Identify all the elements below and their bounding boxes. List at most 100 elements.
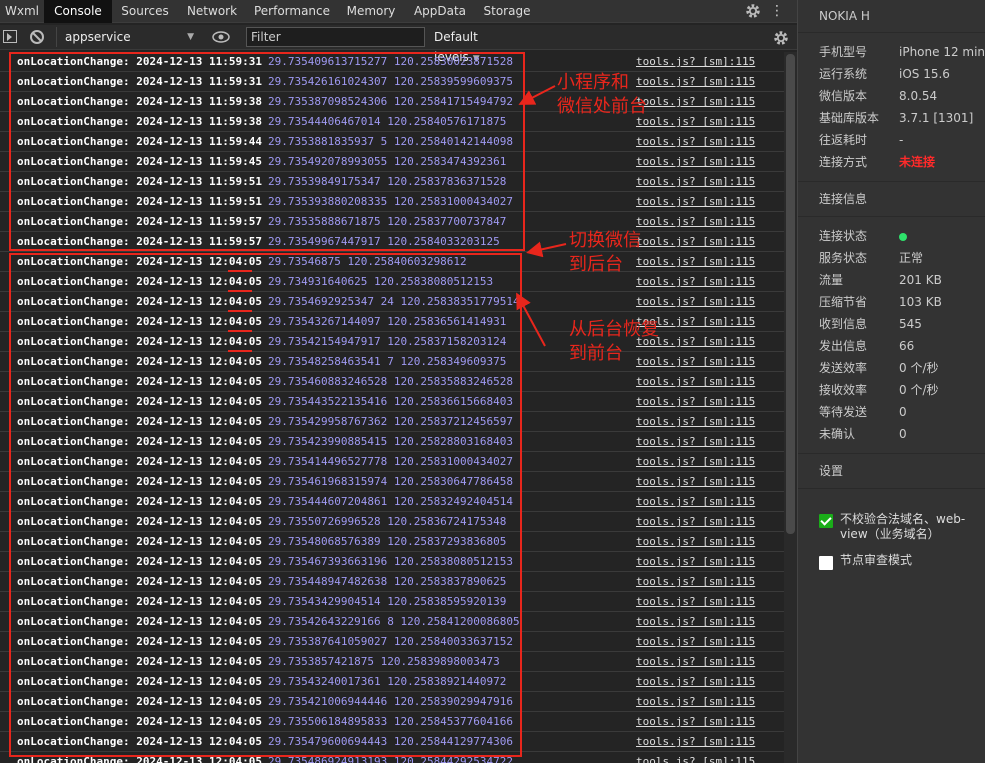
log-source-link[interactable]: tools.js? [sm]:115 [636,512,755,532]
info-value: 66 [899,339,915,353]
log-row: onLocationChange: 2024-12-13 12:04:05 29.… [0,672,784,692]
devtools-tab-bar: Wxml Console Sources Network Performance… [0,0,797,23]
log-source-link[interactable]: tools.js? [sm]:115 [636,692,755,712]
info-value: 0 个/秒 [899,361,939,375]
log-coordinates: 29.735461968315974 120.25830647786458 [268,475,514,488]
info-row: 手机型号 iPhone 12 mini [819,41,985,63]
log-source-link[interactable]: tools.js? [sm]:115 [636,672,755,692]
context-select[interactable]: appservice ▼ [56,27,196,47]
device-info-panel: NOKIA H 手机型号 iPhone 12 mini 运行系统 iOS 15.6 微信… [797,0,985,763]
log-source-link[interactable]: tools.js? [sm]:115 [636,72,755,92]
log-source-link[interactable]: tools.js? [sm]:115 [636,552,755,572]
log-message: onLocationChange: 2024-12-13 12:04:05 [17,635,263,648]
log-source-link[interactable]: tools.js? [sm]:115 [636,532,755,552]
tab-memory[interactable]: Memory [338,0,404,23]
skip-domain-check-checkbox[interactable] [819,514,833,528]
info-value: - [899,133,904,147]
log-source-link[interactable]: tools.js? [sm]:115 [636,752,755,763]
tab-performance[interactable]: Performance [246,0,338,23]
log-coordinates: 29.735506184895833 120.25845377604166 [268,715,514,728]
log-source-link[interactable]: tools.js? [sm]:115 [636,172,755,192]
log-source-link[interactable]: tools.js? [sm]:115 [636,192,755,212]
log-message: onLocationChange: 2024-12-13 12:04:05 [17,715,263,728]
tab-sources[interactable]: Sources [112,0,178,23]
audit-mode-option[interactable]: 节点审查模式 [819,553,979,571]
info-key: 手机型号 [819,45,868,59]
log-message: onLocationChange: 2024-12-13 11:59:38 [17,115,263,128]
log-source-link[interactable]: tools.js? [sm]:115 [636,252,755,272]
settings-gear-icon[interactable] [744,2,762,20]
audit-mode-checkbox[interactable] [819,556,833,570]
log-coordinates: 29.735443522135416 120.25836615668403 [268,395,514,408]
log-message: onLocationChange: 2024-12-13 12:04:05 [17,535,263,548]
info-key: 接收效率 [819,383,868,397]
console-log-area[interactable]: onLocationChange: 2024-12-13 11:59:31 29.… [0,52,784,763]
log-source-link[interactable]: tools.js? [sm]:115 [636,472,755,492]
annotation-underline [228,330,252,332]
info-row: 发送效率 0 个/秒 [819,357,984,379]
log-levels-dropdown[interactable]: Default levels ▼ [434,27,524,64]
log-source-link[interactable]: tools.js? [sm]:115 [636,292,755,312]
show-sidebar-icon[interactable] [3,30,17,43]
live-expression-eye-icon[interactable] [212,31,230,43]
annotation-underline [228,310,252,312]
filter-input[interactable] [246,27,425,47]
log-row: onLocationChange: 2024-12-13 11:59:31 29.… [0,52,784,72]
log-row: onLocationChange: 2024-12-13 12:04:05 29.… [0,532,784,552]
log-source-link[interactable]: tools.js? [sm]:115 [636,592,755,612]
log-source-link[interactable]: tools.js? [sm]:115 [636,712,755,732]
log-message: onLocationChange: 2024-12-13 12:04:05 [17,275,263,288]
console-settings-gear-icon[interactable] [772,29,790,47]
log-source-link[interactable]: tools.js? [sm]:115 [636,432,755,452]
log-coordinates: 29.73549967447917 120.2584033203125 [268,235,500,248]
more-options-icon[interactable]: ⋮ [770,2,784,20]
log-row: onLocationChange: 2024-12-13 12:04:05 29.… [0,412,784,432]
log-message: onLocationChange: 2024-12-13 12:04:05 [17,295,263,308]
clear-console-icon[interactable] [30,30,44,44]
skip-domain-check-option[interactable]: 不校验合法域名、web-view（业务域名） [819,512,979,544]
log-source-link[interactable]: tools.js? [sm]:115 [636,112,755,132]
log-source-link[interactable]: tools.js? [sm]:115 [636,492,755,512]
log-coordinates: 29.73543267144097 120.25836561414931 [268,315,507,328]
log-source-link[interactable]: tools.js? [sm]:115 [636,152,755,172]
console-scrollbar[interactable] [784,52,797,763]
chevron-down-icon: ▼ [187,32,194,42]
log-source-link[interactable]: tools.js? [sm]:115 [636,412,755,432]
log-message: onLocationChange: 2024-12-13 11:59:45 [17,155,263,168]
log-source-link[interactable]: tools.js? [sm]:115 [636,372,755,392]
log-source-link[interactable]: tools.js? [sm]:115 [636,392,755,412]
log-source-link[interactable]: tools.js? [sm]:115 [636,52,755,72]
log-row: onLocationChange: 2024-12-13 12:04:05 29.… [0,272,784,292]
log-coordinates: 29.735492078993055 120.2583474392361 [268,155,507,168]
log-source-link[interactable]: tools.js? [sm]:115 [636,232,755,252]
log-source-link[interactable]: tools.js? [sm]:115 [636,212,755,232]
log-message: onLocationChange: 2024-12-13 12:04:05 [17,435,263,448]
log-source-link[interactable]: tools.js? [sm]:115 [636,452,755,472]
info-key: 连接状态 [819,229,868,243]
log-source-link[interactable]: tools.js? [sm]:115 [636,652,755,672]
log-source-link[interactable]: tools.js? [sm]:115 [636,272,755,292]
log-message: onLocationChange: 2024-12-13 12:04:05 [17,695,263,708]
tab-console[interactable]: Console [44,0,112,23]
log-source-link[interactable]: tools.js? [sm]:115 [636,632,755,652]
log-message: onLocationChange: 2024-12-13 12:04:05 [17,415,263,428]
info-value: 未连接 [899,155,936,169]
log-source-link[interactable]: tools.js? [sm]:115 [636,732,755,752]
log-source-link[interactable]: tools.js? [sm]:115 [636,612,755,632]
tab-network[interactable]: Network [178,0,246,23]
tab-storage[interactable]: Storage [476,0,538,23]
log-row: onLocationChange: 2024-12-13 12:04:05 29.… [0,712,784,732]
log-row: onLocationChange: 2024-12-13 12:04:05 29.… [0,732,784,752]
log-row: onLocationChange: 2024-12-13 12:04:05 29.… [0,332,784,352]
log-source-link[interactable]: tools.js? [sm]:115 [636,572,755,592]
log-row: onLocationChange: 2024-12-13 12:04:05 29.… [0,352,784,372]
log-message: onLocationChange: 2024-12-13 12:04:05 [17,395,263,408]
log-source-link[interactable]: tools.js? [sm]:115 [636,132,755,152]
scrollbar-thumb[interactable] [786,54,795,534]
tab-appdata[interactable]: AppData [404,0,476,23]
log-source-link[interactable]: tools.js? [sm]:115 [636,92,755,112]
log-coordinates: 29.7353881835937 5 120.25840142144098 [268,135,514,148]
log-message: onLocationChange: 2024-12-13 12:04:05 [17,475,263,488]
log-message: onLocationChange: 2024-12-13 12:04:05 [17,615,263,628]
tab-wxml[interactable]: Wxml [0,0,44,23]
